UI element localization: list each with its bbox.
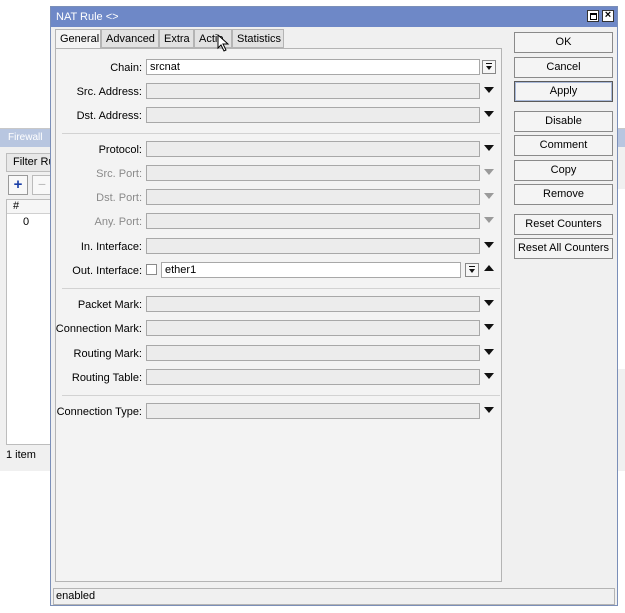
- dialog-title: NAT Rule <>: [56, 11, 119, 23]
- protocol-label: Protocol:: [98, 144, 142, 156]
- column-hash[interactable]: #: [13, 200, 19, 212]
- dialog-status-bar: enabled: [53, 588, 615, 605]
- apply-button[interactable]: Apply: [514, 81, 613, 102]
- src-port-dropdown-icon[interactable]: [484, 169, 494, 175]
- cursor-icon: [217, 34, 230, 52]
- out-interface-field[interactable]: ether1: [161, 262, 461, 278]
- tab-general[interactable]: General: [55, 29, 101, 50]
- in-interface-label: In. Interface:: [80, 241, 142, 253]
- maximize-icon[interactable]: [587, 10, 599, 22]
- dst-address-field[interactable]: [146, 107, 480, 123]
- connection-mark-field[interactable]: [146, 320, 480, 336]
- any-port-dropdown-icon[interactable]: [484, 217, 494, 223]
- chain-dropdown-icon[interactable]: [482, 60, 496, 74]
- separator: [62, 133, 500, 134]
- general-panel: Chain: srcnat Src. Address: Dst. Address…: [55, 48, 502, 582]
- dst-port-row: Dst. Port:: [56, 189, 503, 207]
- src-port-label: Src. Port:: [96, 168, 142, 180]
- in-interface-field[interactable]: [146, 238, 480, 254]
- routing-table-field[interactable]: [146, 369, 480, 385]
- chain-field[interactable]: srcnat: [146, 59, 480, 75]
- connection-type-field[interactable]: [146, 403, 480, 419]
- any-port-row: Any. Port:: [56, 213, 503, 231]
- tab-advanced[interactable]: Advanced: [101, 29, 159, 48]
- nat-rule-dialog: NAT Rule <> × General Advanced Extra Act…: [50, 6, 618, 606]
- routing-table-row: Routing Table:: [56, 369, 503, 387]
- separator: [62, 395, 500, 396]
- src-address-field[interactable]: [146, 83, 480, 99]
- packet-mark-field[interactable]: [146, 296, 480, 312]
- cancel-button[interactable]: Cancel: [514, 57, 613, 78]
- dst-address-dropdown-icon[interactable]: [484, 111, 494, 117]
- tab-statistics[interactable]: Statistics: [232, 29, 284, 48]
- out-interface-negate-checkbox[interactable]: [146, 264, 157, 275]
- connection-mark-label: Connection Mark:: [55, 323, 142, 335]
- table-header: #: [7, 200, 53, 214]
- routing-mark-label: Routing Mark:: [73, 348, 142, 360]
- routing-table-dropdown-icon[interactable]: [484, 373, 494, 379]
- disable-button[interactable]: Disable: [514, 111, 613, 132]
- any-port-label: Any. Port:: [94, 216, 142, 228]
- src-address-label: Src. Address:: [76, 86, 142, 98]
- rules-table: # 0: [6, 199, 54, 445]
- out-interface-row: Out. Interface: ether1: [56, 262, 503, 280]
- connection-type-dropdown-icon[interactable]: [484, 407, 494, 413]
- copy-button[interactable]: Copy: [514, 160, 613, 181]
- close-icon[interactable]: ×: [602, 10, 614, 22]
- firewall-status: 1 item: [6, 449, 36, 461]
- comment-button[interactable]: Comment: [514, 135, 613, 156]
- protocol-field[interactable]: [146, 141, 480, 157]
- out-interface-label: Out. Interface:: [72, 265, 142, 277]
- reset-counters-button[interactable]: Reset Counters: [514, 214, 613, 235]
- rule-status: enabled: [56, 590, 96, 602]
- dst-port-label: Dst. Port:: [96, 192, 142, 204]
- out-interface-dropdown-icon[interactable]: [465, 263, 479, 277]
- remove-button[interactable]: Remove: [514, 184, 613, 205]
- src-address-dropdown-icon[interactable]: [484, 87, 494, 93]
- packet-mark-label: Packet Mark:: [77, 299, 142, 311]
- any-port-field[interactable]: [146, 213, 480, 229]
- src-address-row: Src. Address:: [56, 83, 503, 101]
- connection-type-row: Connection Type:: [56, 403, 503, 421]
- dst-address-row: Dst. Address:: [56, 107, 503, 125]
- row-number: 0: [23, 216, 30, 228]
- packet-mark-dropdown-icon[interactable]: [484, 300, 494, 306]
- connection-mark-row: Connection Mark:: [56, 320, 503, 338]
- chain-row: Chain: srcnat: [56, 59, 503, 77]
- routing-table-label: Routing Table:: [71, 372, 142, 384]
- protocol-row: Protocol:: [56, 141, 503, 159]
- ok-button[interactable]: OK: [514, 32, 613, 53]
- reset-all-counters-button[interactable]: Reset All Counters: [514, 238, 613, 259]
- in-interface-dropdown-icon[interactable]: [484, 242, 494, 248]
- dst-port-dropdown-icon[interactable]: [484, 193, 494, 199]
- routing-mark-field[interactable]: [146, 345, 480, 361]
- chain-label: Chain:: [110, 62, 142, 74]
- tab-extra[interactable]: Extra: [159, 29, 194, 48]
- packet-mark-row: Packet Mark:: [56, 296, 503, 314]
- routing-mark-row: Routing Mark:: [56, 345, 503, 363]
- separator: [62, 288, 500, 289]
- plus-icon[interactable]: +: [8, 175, 28, 195]
- out-interface-collapse-icon[interactable]: [484, 265, 494, 271]
- protocol-dropdown-icon[interactable]: [484, 145, 494, 151]
- table-row[interactable]: 0: [23, 216, 29, 228]
- dialog-titlebar[interactable]: NAT Rule <> ×: [51, 7, 617, 27]
- minus-icon[interactable]: −: [32, 175, 52, 195]
- routing-mark-dropdown-icon[interactable]: [484, 349, 494, 355]
- in-interface-row: In. Interface:: [56, 238, 503, 256]
- connection-type-label: Connection Type:: [56, 406, 142, 418]
- src-port-row: Src. Port:: [56, 165, 503, 183]
- firewall-title: Firewall: [8, 132, 43, 143]
- dst-port-field[interactable]: [146, 189, 480, 205]
- dst-address-label: Dst. Address:: [76, 110, 142, 122]
- connection-mark-dropdown-icon[interactable]: [484, 324, 494, 330]
- src-port-field[interactable]: [146, 165, 480, 181]
